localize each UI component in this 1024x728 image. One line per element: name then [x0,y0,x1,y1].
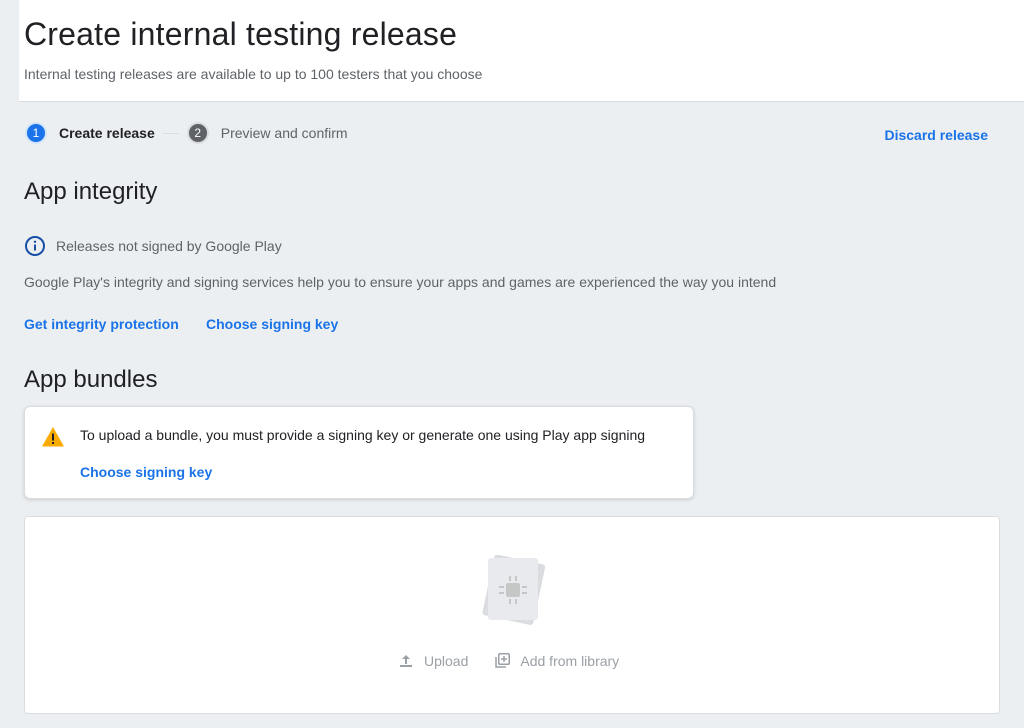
page-title: Create internal testing release [24,16,458,52]
step-2-indicator: 2 [186,122,209,144]
bundle-upload-area[interactable]: Upload Add from library [24,516,1000,714]
upload-icon [398,653,414,669]
warning-icon [41,426,65,453]
warning-choose-signing-key-link[interactable]: Choose signing key [80,464,212,480]
page-subtitle: Internal testing releases are available … [24,66,483,82]
signing-status-text: Releases not signed by Google Play [56,238,282,254]
upload-button[interactable]: Upload [398,653,468,669]
app-bundles-title: App bundles [24,366,158,393]
warning-text: To upload a bundle, you must provide a s… [80,427,646,443]
release-stepper: 1 Create release 2 Preview and confirm [25,120,348,146]
step-1-label: Create release [59,125,155,141]
integrity-description: Google Play's integrity and signing serv… [24,274,777,290]
app-bundle-icon [480,554,546,632]
page-header: Create internal testing release Internal… [19,0,1024,102]
step-connector [162,132,179,134]
app-integrity-title: App integrity [24,178,158,205]
choose-signing-key-link[interactable]: Choose signing key [206,316,338,332]
info-icon [24,235,46,257]
step-1-indicator: 1 [25,122,47,144]
add-from-library-button[interactable]: Add from library [494,653,619,669]
step-2-label: Preview and confirm [220,125,348,141]
signing-key-warning-card: To upload a bundle, you must provide a s… [24,406,694,499]
signing-status: Releases not signed by Google Play [24,235,282,257]
discard-release-button[interactable]: Discard release [884,127,988,143]
upload-label: Upload [424,653,469,669]
get-integrity-protection-link[interactable]: Get integrity protection [24,316,179,332]
add-library-icon [494,653,511,669]
add-from-library-label: Add from library [520,653,620,669]
upload-actions: Upload Add from library [398,653,619,669]
